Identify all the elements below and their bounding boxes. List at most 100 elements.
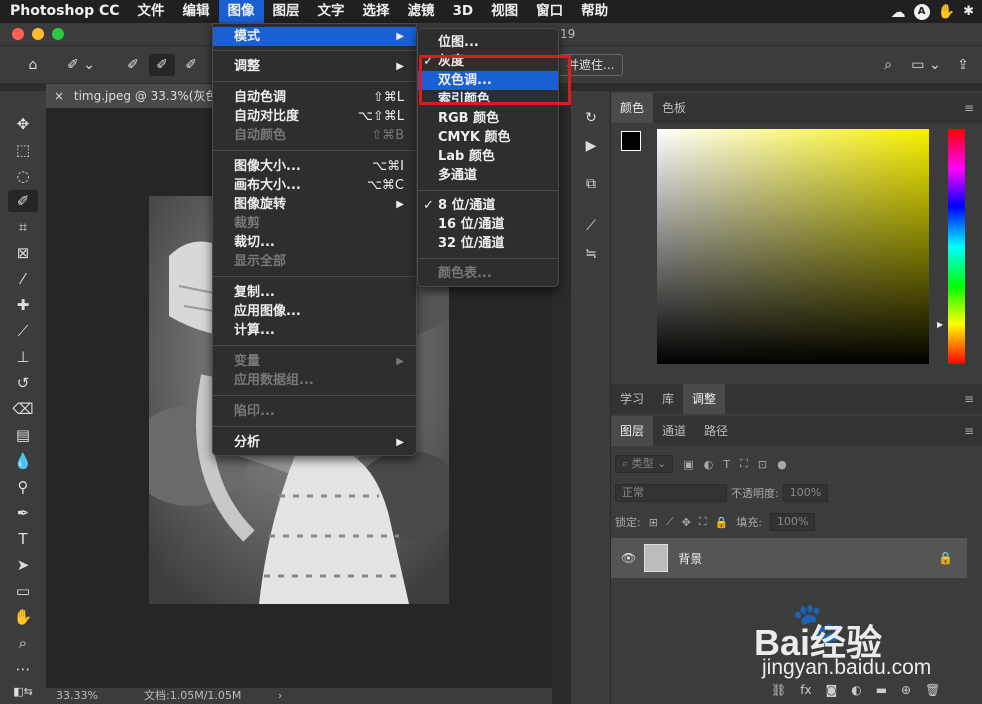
hand-tool-icon[interactable]: ✋ [8,606,38,628]
tab-swatches[interactable]: 色板 [653,93,695,123]
menu-item-apply-image[interactable]: 应用图像... [213,302,416,321]
tab-color[interactable]: 颜色 [611,93,654,123]
layer-row[interactable]: 👁 背景 🔒 [611,538,967,578]
filter-pixel-icon[interactable]: ▣ [683,458,693,471]
lock-position-icon[interactable]: ✥ [682,516,691,529]
document-tab[interactable]: × timg.jpeg @ 33.3%(灰色/ [46,84,212,108]
filter-toggle-icon[interactable]: ● [777,458,787,471]
menu-item-canvas-size[interactable]: 画布大小... ⌥⌘C [213,176,416,195]
zoom-window-button[interactable] [52,28,64,40]
menu-item-trim[interactable]: 裁切... [213,233,416,252]
layers-panel-menu-icon[interactable]: ≡ [964,424,974,438]
menu-layer[interactable]: 图层 [264,0,309,23]
history-brush-icon[interactable]: ↺ [8,372,38,394]
menu-item-image-size[interactable]: 图像大小... ⌥⌘I [213,157,416,176]
color-panel-menu-icon[interactable]: ≡ [964,101,974,115]
marquee-tool-icon[interactable]: ⬚ [8,139,38,161]
menu-item-calculations[interactable]: 计算... [213,321,416,340]
lock-transparent-icon[interactable]: ⊞ [649,516,658,529]
fill-field[interactable]: 100% [769,513,816,531]
quick-select-preset-icon[interactable]: ✐ ⌄ [60,54,102,76]
profile-icon[interactable]: A [913,3,930,20]
creative-cloud-icon[interactable]: ☁ [891,3,906,21]
new-selection-icon[interactable]: ✐ [120,54,146,76]
mode-multichannel[interactable]: 多通道 [418,166,558,185]
menu-item-image-rotation[interactable]: 图像旋转 ▶ [213,195,416,214]
filter-smart-icon[interactable]: ⊡ [758,458,767,471]
share-icon[interactable]: ⇪ [950,54,976,76]
menu-item-adjustments[interactable]: 调整 ▶ [213,57,416,76]
frame-tool-icon[interactable]: ⊠ [8,242,38,264]
layer-filter-dropdown[interactable]: ⌕ 类型 ⌄ [615,455,674,473]
subtract-selection-icon[interactable]: ✐ [178,54,204,76]
menu-file[interactable]: 文件 [129,0,174,23]
menu-item-auto-contrast[interactable]: 自动对比度 ⌥⇧⌘L [213,107,416,126]
tab-layers[interactable]: 图层 [611,416,654,446]
dodge-tool-icon[interactable]: ⚲ [8,476,38,498]
workspace-icon[interactable]: ▭ ⌄ [906,54,946,76]
zoom-level[interactable]: 33.33% [56,688,98,704]
lock-artboard-icon[interactable]: ⛶ [699,515,707,529]
mode-cmyk[interactable]: CMYK 颜色 [418,128,558,147]
opacity-field[interactable]: 100% [782,484,829,502]
mode-32-bit[interactable]: 32 位/通道 [418,234,558,253]
mode-lab[interactable]: Lab 颜色 [418,147,558,166]
menu-view[interactable]: 视图 [482,0,527,23]
hue-slider-handle-icon[interactable]: ▶ [937,320,943,329]
eraser-tool-icon[interactable]: ⌫ [8,398,38,420]
menu-window[interactable]: 窗口 [527,0,572,23]
close-window-button[interactable] [12,28,24,40]
healing-brush-icon[interactable]: ✚ [8,294,38,316]
menu-image[interactable]: 图像 [218,0,264,23]
visibility-eye-icon[interactable]: 👁 [621,551,636,565]
mode-rgb[interactable]: RGB 颜色 [418,109,558,128]
crop-tool-icon[interactable]: ⌗ [8,216,38,238]
lock-pixels-icon[interactable]: ⟋ [666,515,674,529]
status-arrow-icon[interactable]: › [278,688,282,704]
tab-channels[interactable]: 通道 [653,416,695,446]
menu-item-duplicate[interactable]: 复制... [213,283,416,302]
blend-mode-dropdown[interactable]: 正常 [615,484,727,502]
pen-tool-icon[interactable]: ✒ [8,502,38,524]
zoom-tool-icon[interactable]: ⌕ [8,632,38,654]
mode-bitmap[interactable]: 位图... [418,33,558,52]
menu-3d[interactable]: 3D [444,0,483,23]
history-panel-icon[interactable]: ↻ [579,107,603,129]
mode-16-bit[interactable]: 16 位/通道 [418,215,558,234]
menu-help[interactable]: 帮助 [572,0,617,23]
eyedropper-tool-icon[interactable]: ⁄ [8,268,38,290]
menu-select[interactable]: 选择 [354,0,399,23]
tab-learn[interactable]: 学习 [611,384,653,414]
rectangle-tool-icon[interactable]: ▭ [8,580,38,602]
3d-panel-icon[interactable]: ⧉ [579,173,603,195]
tab-adjustments[interactable]: 调整 [683,384,726,414]
foreground-color-swatch[interactable] [621,131,641,151]
menu-type[interactable]: 文字 [309,0,354,23]
more-tools-icon[interactable]: ⋯ [8,658,38,680]
search-icon[interactable]: ⌕ [876,54,900,76]
close-tab-icon[interactable]: × [54,89,64,103]
menu-item-mode[interactable]: 模式 ▶ [213,27,416,46]
quick-selection-tool-icon[interactable]: ✐ [8,190,38,212]
menu-filter[interactable]: 滤镜 [399,0,444,23]
color-field[interactable] [657,129,929,364]
gradient-tool-icon[interactable]: ▤ [8,424,38,446]
app-menu[interactable]: Photoshop CC [0,0,129,23]
brush-tool-icon[interactable]: ⟋ [8,320,38,342]
filter-type-icon[interactable]: T [723,458,730,471]
filter-adjust-icon[interactable]: ◐ [704,458,714,471]
home-icon[interactable]: ⌂ [20,54,46,76]
menu-edit[interactable]: 编辑 [174,0,219,23]
move-tool-icon[interactable]: ✥ [8,113,38,135]
lasso-tool-icon[interactable]: ◌ [8,165,38,187]
bluetooth-icon[interactable]: ✱ [963,4,974,19]
brush-settings-icon[interactable]: ⟋ [579,215,603,237]
hand-icon[interactable]: ✋ [938,4,955,20]
menu-item-auto-tone[interactable]: 自动色调 ⇧⌘L [213,88,416,107]
color-swatches-icon[interactable]: ◧⇆ [8,681,38,703]
lock-all-icon[interactable]: 🔒 [715,516,729,529]
path-selection-icon[interactable]: ➤ [8,554,38,576]
blur-tool-icon[interactable]: 💧 [8,450,38,472]
actions-panel-icon[interactable]: ▶ [579,135,603,157]
learn-panel-menu-icon[interactable]: ≡ [964,392,974,406]
